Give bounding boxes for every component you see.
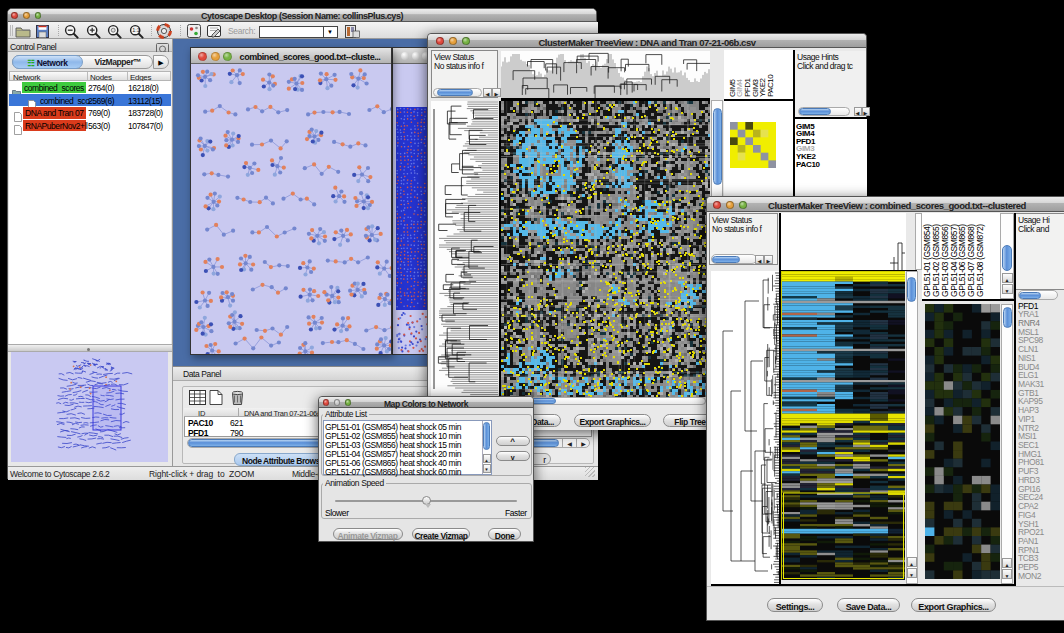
- svg-text:1:1: 1:1: [132, 27, 140, 33]
